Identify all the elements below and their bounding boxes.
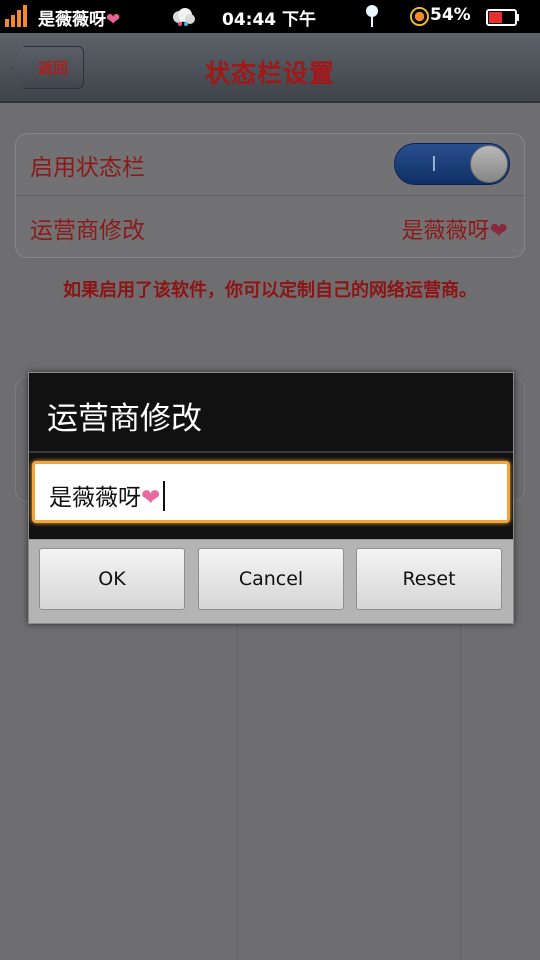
settings-group: 启用状态栏 I 运营商修改 是薇薇呀❤ [15,133,525,258]
signal-icon [5,5,27,27]
heart-icon: ❤ [141,485,161,511]
hint-text: 如果启用了该软件，你可以定制自己的网络运营商。 [63,280,477,301]
page-title: 状态栏设置 [204,59,335,88]
divider [237,585,238,960]
text-cursor [163,481,166,511]
ok-button[interactable]: OK [39,548,185,610]
carrier-input[interactable]: 是薇薇呀❤ [32,461,510,523]
battery-percent: 54% [430,5,471,25]
divider [460,585,461,960]
clock: 04:44 下午 [222,10,317,30]
enable-statusbar-toggle[interactable]: I [394,143,510,185]
battery-indicator-icon [410,7,429,26]
weather-icon [173,8,195,26]
settings-row-enable-statusbar[interactable]: 启用状态栏 I [16,134,524,196]
location-icon [366,5,378,27]
battery-icon [486,9,519,26]
carrier-value: 是薇薇呀❤ [401,219,508,244]
settings-row-label: 启用状态栏 [30,154,145,181]
cancel-button[interactable]: Cancel [198,548,344,610]
toggle-on-mark: I [431,152,437,176]
dialog-title: 运营商修改 [47,401,202,437]
status-bar: 是薇薇呀❤ 04:44 下午 54% [0,0,540,33]
heart-icon: ❤ [489,219,508,244]
reset-button[interactable]: Reset [356,548,502,610]
toggle-knob[interactable] [470,145,508,183]
carrier-name: 是薇薇呀❤ [38,10,121,30]
carrier-input-text: 是薇薇呀 [49,485,141,511]
dialog-divider [29,451,513,453]
title-bar: 返回 状态栏设置 [0,33,540,103]
carrier-edit-dialog: 运营商修改 是薇薇呀❤ OK Cancel Reset [28,372,514,624]
heart-icon: ❤ [106,10,121,30]
settings-row-carrier[interactable]: 运营商修改 是薇薇呀❤ [16,197,524,259]
dialog-button-bar: OK Cancel Reset [29,539,513,623]
settings-row-label: 运营商修改 [30,218,145,244]
